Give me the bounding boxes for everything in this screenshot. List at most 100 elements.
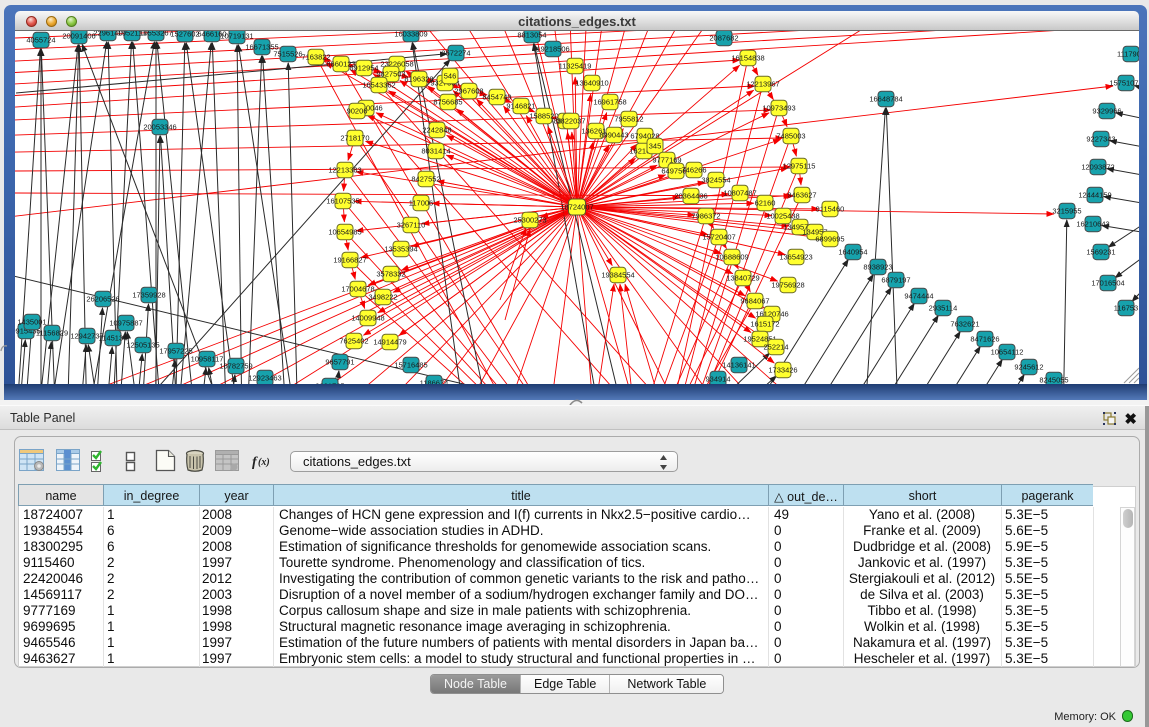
svg-text:546: 546 bbox=[444, 72, 457, 81]
svg-text:20091406: 20091406 bbox=[62, 32, 95, 41]
svg-text:14136141: 14136141 bbox=[722, 361, 755, 370]
svg-text:26206526: 26206526 bbox=[86, 295, 119, 304]
svg-text:1569231: 1569231 bbox=[1086, 248, 1115, 257]
svg-text:9146821: 9146821 bbox=[506, 102, 535, 111]
svg-text:1733426: 1733426 bbox=[768, 366, 797, 375]
svg-text:9245612: 9245612 bbox=[1014, 363, 1043, 372]
svg-text:12923463: 12923463 bbox=[248, 374, 281, 383]
svg-text:25300273: 25300273 bbox=[513, 216, 546, 225]
svg-text:7986372: 7986372 bbox=[691, 212, 720, 221]
svg-text:8245055: 8245055 bbox=[1039, 376, 1068, 384]
svg-text:19384554: 19384554 bbox=[601, 271, 634, 280]
svg-text:16961758: 16961758 bbox=[593, 98, 626, 107]
svg-text:10654112: 10654112 bbox=[991, 348, 1024, 357]
svg-text:10807487: 10807487 bbox=[723, 189, 756, 198]
svg-text:13654923: 13654923 bbox=[779, 253, 812, 262]
svg-text:6879197: 6879197 bbox=[881, 276, 910, 285]
svg-text:3578332: 3578332 bbox=[376, 270, 405, 279]
svg-text:746266: 746266 bbox=[681, 166, 706, 175]
svg-text:8756685: 8756685 bbox=[433, 98, 462, 107]
svg-text:16033809: 16033809 bbox=[394, 31, 427, 39]
svg-text:8196328: 8196328 bbox=[404, 75, 433, 84]
svg-text:9474444: 9474444 bbox=[904, 292, 933, 301]
svg-text:10719131: 10719131 bbox=[220, 32, 253, 41]
svg-text:345: 345 bbox=[649, 142, 662, 151]
svg-text:8990443: 8990443 bbox=[599, 131, 628, 140]
svg-text:9227343: 9227343 bbox=[1086, 135, 1115, 144]
svg-text:9463627: 9463627 bbox=[787, 191, 816, 200]
svg-text:10688609: 10688609 bbox=[715, 253, 748, 262]
svg-text:12213383: 12213383 bbox=[328, 166, 361, 175]
svg-text:12505135: 12505135 bbox=[126, 341, 159, 350]
svg-text:16210643: 16210643 bbox=[1076, 220, 1109, 229]
svg-text:19166827: 19166827 bbox=[333, 256, 366, 265]
svg-text:20053346: 20053346 bbox=[143, 123, 176, 132]
svg-text:934914: 934914 bbox=[705, 375, 730, 384]
svg-text:1615172: 1615172 bbox=[750, 320, 779, 329]
svg-text:8471626: 8471626 bbox=[970, 335, 999, 344]
svg-text:12975115: 12975115 bbox=[783, 162, 816, 171]
svg-text:3824554: 3824554 bbox=[701, 176, 730, 185]
svg-text:17359928: 17359928 bbox=[132, 291, 165, 300]
svg-text:3267110: 3267110 bbox=[397, 221, 426, 230]
svg-text:7485003: 7485003 bbox=[776, 132, 805, 141]
svg-text:62160: 62160 bbox=[755, 199, 776, 208]
svg-text:3498222: 3498222 bbox=[368, 293, 397, 302]
svg-text:17957225: 17957225 bbox=[159, 347, 192, 356]
svg-text:7625402: 7625402 bbox=[339, 337, 368, 346]
svg-text:13840729: 13840729 bbox=[726, 274, 759, 283]
svg-text:2967608: 2967608 bbox=[454, 87, 483, 96]
svg-text:11156829: 11156829 bbox=[36, 329, 68, 338]
svg-text:9657791: 9657791 bbox=[325, 358, 354, 367]
svg-text:13640910: 13640910 bbox=[575, 79, 608, 88]
svg-text:8454749: 8454749 bbox=[482, 93, 511, 102]
svg-text:19218506: 19218506 bbox=[536, 45, 569, 54]
svg-text:14009948: 14009948 bbox=[351, 314, 384, 323]
svg-text:1640954: 1640954 bbox=[838, 248, 867, 257]
svg-text:16154838: 16154838 bbox=[731, 54, 764, 63]
svg-text:4055724: 4055724 bbox=[26, 36, 55, 45]
svg-text:1145134: 1145134 bbox=[99, 334, 128, 343]
svg-text:12213967: 12213967 bbox=[746, 80, 779, 89]
svg-text:14914479: 14914479 bbox=[373, 338, 406, 347]
svg-text:117006: 117006 bbox=[409, 199, 433, 208]
svg-text:16543362: 16543362 bbox=[362, 81, 395, 90]
svg-text:10975887: 10975887 bbox=[109, 319, 142, 328]
svg-text:16782759: 16782759 bbox=[219, 362, 252, 371]
svg-text:9329966: 9329966 bbox=[1092, 107, 1121, 116]
svg-text:15720407: 15720407 bbox=[702, 233, 735, 242]
svg-text:3572274: 3572274 bbox=[441, 49, 470, 58]
svg-text:13535394: 13535394 bbox=[384, 245, 417, 254]
svg-text:9081765: 9081765 bbox=[315, 382, 344, 384]
svg-text:15716485: 15716485 bbox=[394, 361, 427, 370]
svg-text:8813054: 8813054 bbox=[517, 31, 546, 40]
svg-text:1527602: 1527602 bbox=[170, 31, 199, 39]
svg-text:1435001: 1435001 bbox=[17, 318, 46, 327]
svg-text:7515526: 7515526 bbox=[273, 50, 302, 59]
svg-text:17016504: 17016504 bbox=[1091, 279, 1124, 288]
svg-text:12093872: 12093872 bbox=[1081, 163, 1114, 172]
svg-text:2242848: 2242848 bbox=[422, 126, 451, 135]
svg-text:252214: 252214 bbox=[763, 343, 788, 352]
svg-text:2718170: 2718170 bbox=[340, 134, 369, 143]
svg-text:9115460: 9115460 bbox=[816, 205, 845, 214]
svg-text:2087682: 2087682 bbox=[709, 34, 738, 43]
svg-text:3822037: 3822037 bbox=[556, 117, 585, 126]
svg-text:8938923: 8938923 bbox=[863, 263, 892, 272]
svg-text:3215955: 3215955 bbox=[1052, 207, 1081, 216]
svg-text:2935114: 2935114 bbox=[929, 304, 958, 313]
svg-text:7955812: 7955812 bbox=[614, 115, 643, 124]
svg-text:116753: 116753 bbox=[1114, 304, 1138, 313]
svg-text:10973493: 10973493 bbox=[762, 104, 795, 113]
svg-text:8427552: 8427552 bbox=[411, 175, 440, 184]
svg-text:6899695: 6899695 bbox=[815, 235, 844, 244]
svg-text:19756928: 19756928 bbox=[771, 281, 804, 290]
svg-text:(x): (x) bbox=[258, 457, 270, 468]
svg-text:8031414: 8031414 bbox=[421, 147, 450, 156]
svg-text:16107535: 16107535 bbox=[326, 197, 359, 206]
svg-text:10553267: 10553267 bbox=[139, 31, 172, 38]
svg-text:90206: 90206 bbox=[347, 107, 368, 116]
svg-text:10654985: 10654985 bbox=[328, 228, 361, 237]
svg-text:11325419: 11325419 bbox=[559, 62, 592, 71]
svg-text:1117906: 1117906 bbox=[1117, 50, 1139, 59]
